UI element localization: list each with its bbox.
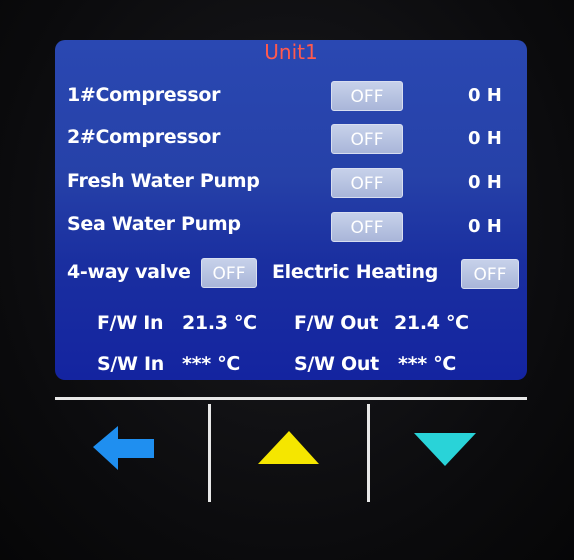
electric-heating-toggle[interactable]: OFF bbox=[461, 259, 519, 289]
sw-out-label: S/W Out bbox=[294, 353, 379, 375]
left-arrow-icon bbox=[93, 426, 154, 470]
sea-water-pump-toggle[interactable]: OFF bbox=[331, 212, 403, 242]
compressor-2-hours: 0 H bbox=[468, 128, 502, 149]
down-key[interactable] bbox=[373, 402, 523, 497]
four-way-valve-toggle[interactable]: OFF bbox=[201, 258, 257, 288]
lcd-screen: Unit1 1#Compressor OFF 0 H 2#Compressor … bbox=[55, 40, 527, 380]
sw-in-value: *** ℃ bbox=[182, 353, 240, 375]
unit-title: Unit1 bbox=[264, 40, 318, 64]
fw-out-label: F/W Out bbox=[294, 312, 379, 334]
up-triangle-icon bbox=[258, 431, 319, 464]
fresh-water-pump-hours: 0 H bbox=[468, 172, 502, 193]
key-separator-1 bbox=[208, 404, 211, 502]
up-key[interactable] bbox=[214, 402, 364, 497]
fw-out-value: 21.4 ℃ bbox=[394, 312, 469, 334]
compressor-1-label: 1#Compressor bbox=[67, 84, 221, 106]
electric-heating-label: Electric Heating bbox=[272, 261, 439, 283]
key-divider bbox=[55, 397, 527, 400]
back-key[interactable] bbox=[60, 402, 205, 497]
four-way-valve-label: 4-way valve bbox=[67, 261, 191, 283]
fw-in-value: 21.3 ℃ bbox=[182, 312, 257, 334]
compressor-2-toggle[interactable]: OFF bbox=[331, 124, 403, 154]
fw-in-label: F/W In bbox=[97, 312, 164, 334]
down-triangle-icon bbox=[414, 433, 476, 466]
key-separator-2 bbox=[367, 404, 370, 502]
sea-water-pump-hours: 0 H bbox=[468, 216, 502, 237]
compressor-1-toggle[interactable]: OFF bbox=[331, 81, 403, 111]
fresh-water-pump-label: Fresh Water Pump bbox=[67, 170, 260, 192]
sw-in-label: S/W In bbox=[97, 353, 164, 375]
sea-water-pump-label: Sea Water Pump bbox=[67, 213, 241, 235]
compressor-1-hours: 0 H bbox=[468, 85, 502, 106]
fresh-water-pump-toggle[interactable]: OFF bbox=[331, 168, 403, 198]
sw-out-value: *** ℃ bbox=[398, 353, 456, 375]
compressor-2-label: 2#Compressor bbox=[67, 126, 221, 148]
